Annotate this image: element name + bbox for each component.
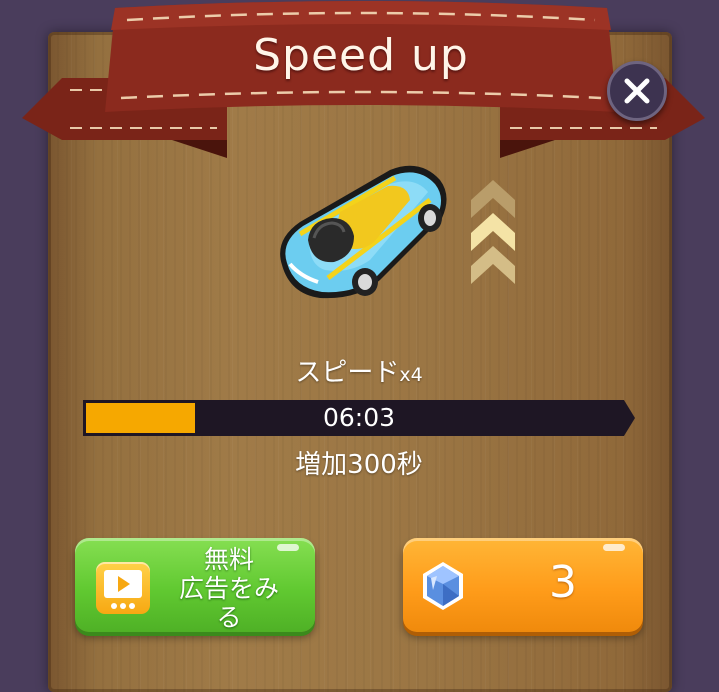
video-ad-icon [96,562,150,614]
close-icon [624,78,650,104]
close-button[interactable] [607,61,667,121]
speed-multiplier-value: x4 [399,364,423,386]
speed-up-chevrons-icon [471,180,515,284]
boost-timer: 06:03 [322,403,396,432]
diamond-gem-icon [423,562,463,610]
car-icon [280,165,447,299]
gem-cost: 3 [549,557,577,608]
speed-multiplier-label: スピードx4 [200,352,518,389]
speed-label-text: スピード [295,358,400,388]
gem-purchase-button[interactable]: 3 [403,538,643,632]
button-shine [603,544,625,551]
boost-progress-bar: 06:03 [83,400,635,436]
bonus-time-text: 増加300秒 [295,450,423,480]
watch-ad-label: 無料 広告をみる [178,545,279,632]
dialog-title: Speed up [253,30,469,81]
watch-ad-button[interactable]: 無料 広告をみる [75,538,315,632]
